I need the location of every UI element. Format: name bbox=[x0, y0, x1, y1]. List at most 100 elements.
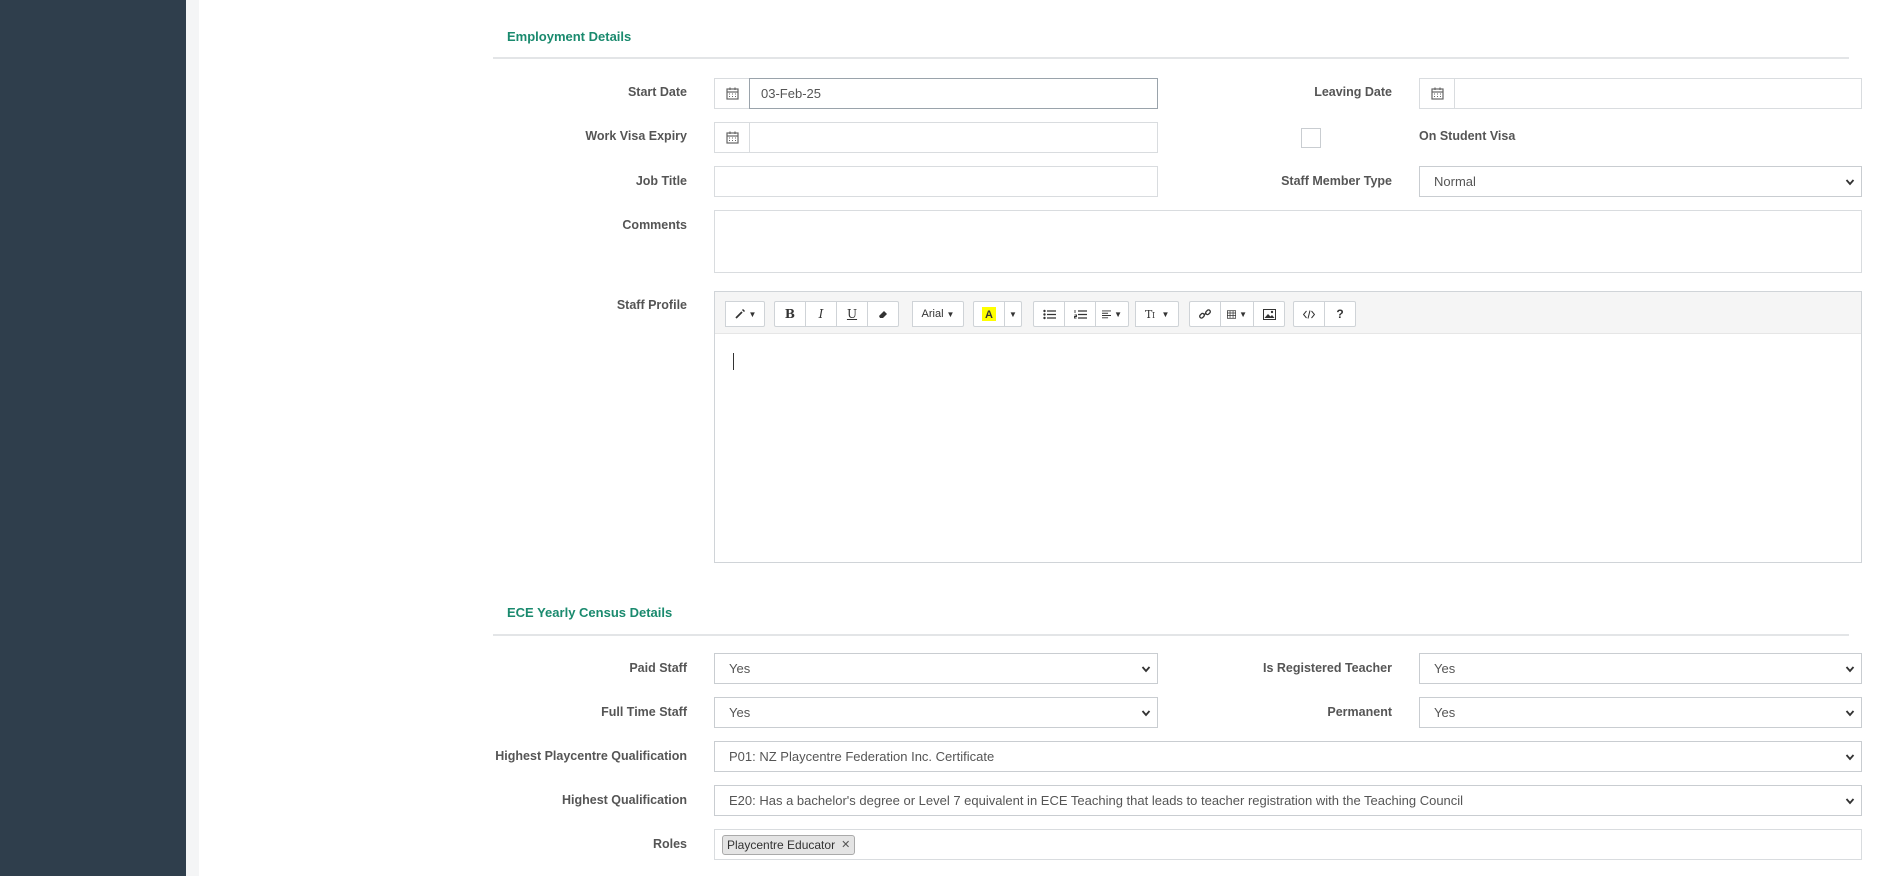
calendar-icon[interactable] bbox=[714, 78, 749, 109]
chevron-down-icon bbox=[1141, 666, 1151, 673]
list-ul-icon bbox=[1042, 309, 1056, 319]
font-style-group: B I U bbox=[774, 301, 899, 327]
start-date-field: 03-Feb-25 bbox=[714, 78, 1158, 109]
permanent-value: Yes bbox=[1434, 705, 1456, 720]
link-icon bbox=[1199, 309, 1211, 319]
line-height-dropdown[interactable]: T I ▼ bbox=[1135, 301, 1179, 327]
staff-type-value: Normal bbox=[1434, 174, 1476, 189]
section-divider bbox=[493, 57, 1849, 59]
magic-wand-icon bbox=[734, 308, 745, 319]
staff-type-select[interactable]: Normal bbox=[1419, 166, 1862, 197]
text-color-icon: A bbox=[982, 307, 996, 321]
chevron-down-icon bbox=[1845, 710, 1855, 717]
section-divider bbox=[493, 634, 1849, 636]
start-date-input[interactable]: 03-Feb-25 bbox=[749, 78, 1158, 109]
table-icon bbox=[1227, 309, 1237, 319]
comments-label: Comments bbox=[622, 218, 687, 232]
color-group: A ▼ bbox=[973, 301, 1022, 327]
bold-button[interactable]: B bbox=[774, 301, 806, 327]
permanent-label: Permanent bbox=[1327, 705, 1392, 719]
paragraph-group: ▼ bbox=[1033, 301, 1129, 327]
start-date-label: Start Date bbox=[627, 85, 687, 99]
full-time-value: Yes bbox=[729, 705, 751, 720]
editor-toolbar: ▼ B I U Arial ▼ A ▼ ▼ T I ▼ ▼ ? bbox=[715, 292, 1861, 334]
chevron-down-icon bbox=[1845, 798, 1855, 805]
color-dropdown[interactable]: ▼ bbox=[1004, 301, 1022, 327]
font-name-dropdown[interactable]: Arial ▼ bbox=[912, 301, 964, 327]
role-tag: Playcentre Educator ✕ bbox=[722, 835, 856, 855]
style-dropdown[interactable]: ▼ bbox=[725, 301, 765, 327]
sidebar-gutter bbox=[186, 0, 199, 876]
work-visa-label: Work Visa Expiry bbox=[585, 129, 687, 143]
code-view-button[interactable] bbox=[1293, 301, 1325, 327]
remove-tag-icon[interactable]: ✕ bbox=[841, 836, 850, 854]
roles-label: Roles bbox=[652, 837, 687, 851]
leaving-date-field bbox=[1419, 78, 1862, 109]
leaving-date-label: Leaving Date bbox=[1314, 85, 1392, 99]
font-name-label: Arial bbox=[921, 308, 944, 320]
style-group: ▼ bbox=[725, 301, 765, 327]
registered-teacher-value: Yes bbox=[1434, 661, 1456, 676]
playcentre-qualification-select[interactable]: P01: NZ Playcentre Federation Inc. Certi… bbox=[714, 741, 1862, 772]
insert-table-dropdown[interactable]: ▼ bbox=[1220, 301, 1254, 327]
calendar-icon[interactable] bbox=[714, 122, 749, 153]
misc-group: ? bbox=[1293, 301, 1356, 327]
registered-teacher-select[interactable]: Yes bbox=[1419, 653, 1862, 684]
sidebar bbox=[0, 0, 186, 876]
student-visa-label: On Student Visa bbox=[1419, 129, 1516, 143]
text-height-icon: TI bbox=[1145, 308, 1155, 320]
numbered-list-button[interactable] bbox=[1064, 301, 1096, 327]
bullet-list-button[interactable] bbox=[1033, 301, 1065, 327]
highest-qualification-select[interactable]: E20: Has a bachelor's degree or Level 7 … bbox=[714, 785, 1862, 816]
chevron-down-icon bbox=[1845, 179, 1855, 186]
full-time-select[interactable]: Yes bbox=[714, 697, 1158, 728]
align-dropdown[interactable]: ▼ bbox=[1095, 301, 1129, 327]
student-visa-checkbox[interactable] bbox=[1301, 128, 1321, 148]
italic-button[interactable]: I bbox=[805, 301, 837, 327]
svg-text:I: I bbox=[1152, 311, 1155, 320]
underline-button[interactable]: U bbox=[836, 301, 868, 327]
full-time-label: Full Time Staff bbox=[601, 705, 687, 719]
playcentre-qualification-value: P01: NZ Playcentre Federation Inc. Certi… bbox=[729, 749, 995, 764]
comments-textarea[interactable] bbox=[714, 210, 1862, 273]
paid-staff-select[interactable]: Yes bbox=[714, 653, 1158, 684]
help-button[interactable]: ? bbox=[1324, 301, 1356, 327]
highest-qualification-label: Highest Qualification bbox=[561, 793, 687, 807]
paid-staff-value: Yes bbox=[729, 661, 751, 676]
job-title-label: Job Title bbox=[635, 174, 687, 188]
registered-teacher-label: Is Registered Teacher bbox=[1263, 661, 1392, 675]
chevron-down-icon bbox=[1141, 710, 1151, 717]
work-visa-field bbox=[714, 122, 1158, 153]
calendar-icon[interactable] bbox=[1419, 78, 1454, 109]
permanent-select[interactable]: Yes bbox=[1419, 697, 1862, 728]
svg-text:A: A bbox=[985, 309, 993, 321]
leaving-date-input[interactable] bbox=[1454, 78, 1862, 109]
highlight-color-button[interactable]: A bbox=[973, 301, 1005, 327]
insert-image-button[interactable] bbox=[1253, 301, 1285, 327]
code-icon bbox=[1303, 309, 1315, 319]
roles-multiselect[interactable]: Playcentre Educator ✕ bbox=[714, 829, 1862, 860]
employment-section-title: Employment Details bbox=[507, 29, 632, 44]
picture-icon bbox=[1262, 308, 1276, 320]
census-section-title: ECE Yearly Census Details bbox=[507, 605, 673, 620]
chevron-down-icon bbox=[1845, 754, 1855, 761]
chevron-down-icon bbox=[1845, 666, 1855, 673]
insert-link-button[interactable] bbox=[1189, 301, 1221, 327]
eraser-icon bbox=[879, 311, 887, 318]
text-cursor bbox=[733, 353, 734, 370]
align-left-icon bbox=[1102, 310, 1112, 319]
paid-staff-label: Paid Staff bbox=[629, 661, 687, 675]
staff-profile-label: Staff Profile bbox=[616, 298, 687, 312]
list-ol-icon bbox=[1073, 309, 1087, 319]
work-visa-input[interactable] bbox=[749, 122, 1158, 153]
font-group: Arial ▼ bbox=[912, 301, 964, 327]
staff-profile-editor: ▼ B I U Arial ▼ A ▼ ▼ T I ▼ ▼ ? bbox=[714, 291, 1862, 563]
clear-format-button[interactable] bbox=[867, 301, 899, 327]
highest-qualification-value: E20: Has a bachelor's degree or Level 7 … bbox=[729, 793, 1464, 808]
height-group: T I ▼ bbox=[1135, 301, 1179, 327]
playcentre-qualification-label: Highest Playcentre Qualification bbox=[495, 749, 687, 763]
insert-group: ▼ bbox=[1189, 301, 1285, 327]
job-title-input[interactable] bbox=[714, 166, 1158, 197]
staff-type-label: Staff Member Type bbox=[1281, 174, 1392, 188]
role-tag-label: Playcentre Educator bbox=[727, 838, 836, 852]
